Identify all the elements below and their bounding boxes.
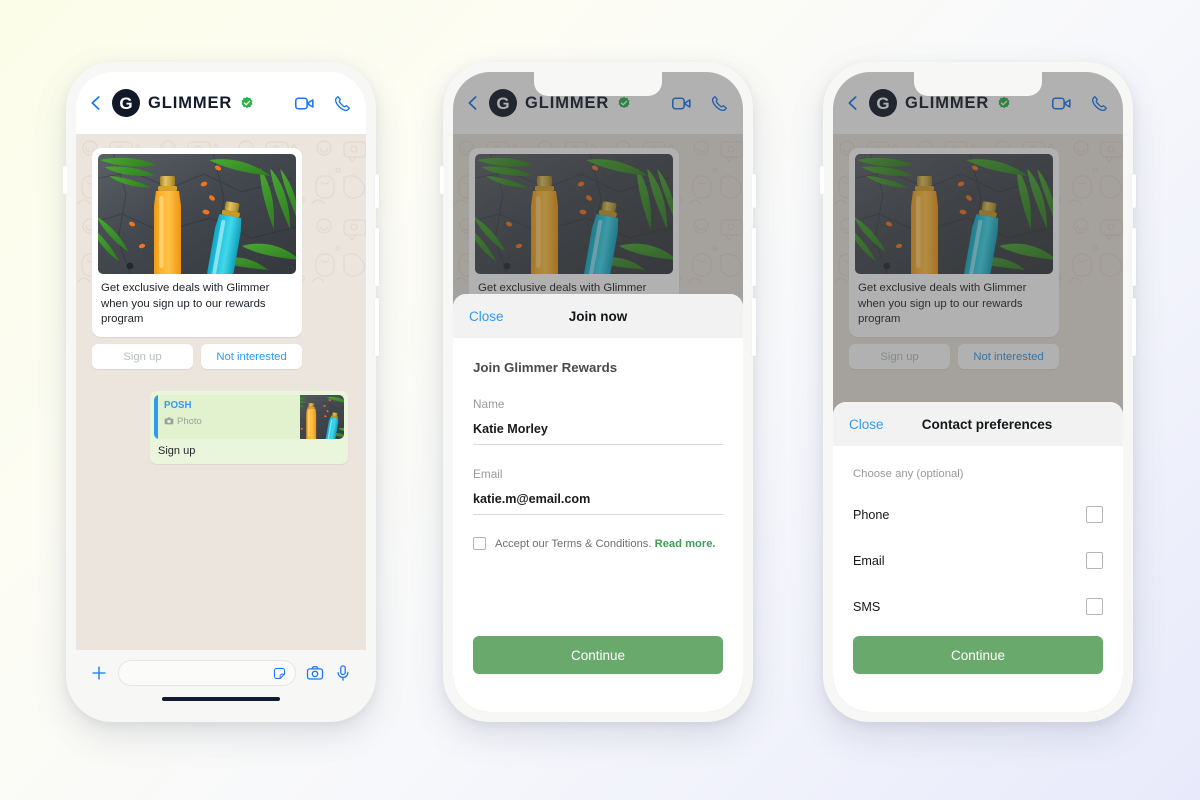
phone3-side-button-b (1132, 228, 1136, 286)
phone2-side-button-b (752, 228, 756, 286)
chat-header: G GLIMMER (76, 72, 366, 134)
quote-thumbnail (300, 395, 344, 439)
join-form-heading: Join Glimmer Rewards (473, 360, 618, 375)
phone1-side-button-a (375, 174, 379, 208)
phone-mockup-chat: G GLIMMER Get exclusive deals with Glimm… (63, 62, 379, 722)
terms-checkbox[interactable] (473, 537, 486, 550)
phone3-mute-switch (820, 166, 824, 194)
preference-checkbox-email[interactable] (1086, 552, 1103, 569)
phone1-side-button-b (375, 228, 379, 286)
video-call-icon[interactable] (294, 93, 315, 114)
quote-subtitle: Photo (164, 416, 294, 427)
preference-label: SMS (853, 599, 881, 614)
prefs-sheet-footer: Continue (833, 636, 1123, 712)
device-notch (914, 72, 1042, 96)
promo-message-text: Get exclusive deals with Glimmer when yo… (101, 282, 270, 326)
phone3-screen: G GLIMMER Get exclusive deals with Glimm… (833, 72, 1123, 712)
quote-body: POSH Photo (158, 395, 300, 439)
name-field-group: Name Katie Morley (473, 397, 723, 445)
preferences-hint: Choose any (optional) (853, 468, 964, 480)
email-field-label: Email (473, 467, 503, 481)
name-field-label: Name (473, 397, 505, 411)
sheet-toolbar: Close Contact preferences (833, 402, 1123, 446)
email-field[interactable]: katie.m@email.com (473, 492, 723, 515)
terms-read-more-link[interactable]: Read more. (655, 538, 716, 550)
chevron-left-icon[interactable] (88, 95, 104, 111)
sticker-icon[interactable] (272, 666, 287, 681)
name-field[interactable]: Katie Morley (473, 422, 723, 445)
quote-subtitle-text: Photo (177, 415, 202, 427)
microphone-icon[interactable] (334, 664, 352, 682)
sheet-close-button[interactable]: Close (469, 309, 504, 324)
continue-button[interactable]: Continue (473, 636, 723, 674)
device-notch (534, 72, 662, 96)
chat-composer-bar (76, 650, 366, 712)
preference-checkbox-sms[interactable] (1086, 598, 1103, 615)
join-sheet-footer: Continue (453, 636, 743, 712)
promo-image (98, 154, 296, 274)
preference-label: Email (853, 553, 885, 568)
reply-text: Sign up (158, 445, 196, 458)
promo-cta-row: Sign up Not interested (92, 344, 302, 370)
terms-text: Accept our Terms & Conditions. Read more… (495, 538, 716, 550)
plus-icon[interactable] (90, 664, 108, 682)
phone-mockup-join-now: G GLIMMER Get exclusive deals with Glimm… (440, 62, 756, 722)
camera-icon (164, 417, 174, 425)
home-indicator (162, 697, 280, 701)
phone1-mute-switch (63, 166, 67, 194)
join-form: Join Glimmer Rewards Name Katie Morley E… (453, 338, 743, 636)
chat-brand-name: GLIMMER (148, 93, 233, 112)
avatar[interactable]: G (112, 89, 140, 117)
preference-row-email[interactable]: Email (853, 546, 1103, 575)
contact-preferences-sheet: Close Contact preferences Choose any (op… (833, 402, 1123, 712)
phone2-side-button-a (752, 174, 756, 208)
avatar-letter: G (119, 93, 133, 113)
join-now-sheet: Close Join now Join Glimmer Rewards Name… (453, 294, 743, 712)
quote-sender: POSH (164, 400, 192, 412)
phone1-screen: G GLIMMER Get exclusive deals with Glimm… (76, 72, 366, 712)
composition-stage: G GLIMMER Get exclusive deals with Glimm… (0, 0, 1200, 800)
message-input[interactable] (118, 660, 296, 686)
phone3-side-button-a (1132, 174, 1136, 208)
phone3-side-button-c (1132, 298, 1136, 356)
sheet-close-button[interactable]: Close (849, 417, 884, 432)
verified-badge-icon (241, 96, 253, 109)
preference-checkbox-phone[interactable] (1086, 506, 1103, 523)
camera-icon[interactable] (306, 664, 324, 682)
not-interested-button[interactable]: Not interested (201, 344, 302, 370)
terms-row: Accept our Terms & Conditions. Read more… (473, 537, 723, 550)
phone-call-icon[interactable] (333, 94, 352, 113)
preference-row-sms[interactable]: SMS (853, 592, 1103, 621)
phone-mockup-contact-preferences: G GLIMMER Get exclusive deals with Glimm… (820, 62, 1136, 722)
preference-row-phone[interactable]: Phone (853, 500, 1103, 529)
sign-up-button[interactable]: Sign up (92, 344, 193, 370)
preferences-form: Choose any (optional) Phone Email SMS (833, 446, 1123, 636)
chat-message-list: Get exclusive deals with Glimmer when yo… (76, 134, 366, 650)
sheet-toolbar: Close Join now (453, 294, 743, 338)
reply-bubble: POSH Photo Sign up (150, 391, 348, 465)
outgoing-message: POSH Photo Sign up (76, 391, 348, 465)
phone2-mute-switch (440, 166, 444, 194)
continue-button[interactable]: Continue (853, 636, 1103, 674)
phone2-screen: G GLIMMER Get exclusive deals with Glimm… (453, 72, 743, 712)
phone2-side-button-c (752, 298, 756, 356)
email-field-group: Email katie.m@email.com (473, 467, 723, 515)
promo-message-card: Get exclusive deals with Glimmer when yo… (92, 148, 302, 338)
terms-label: Accept our Terms & Conditions. (495, 537, 652, 550)
preference-label: Phone (853, 507, 890, 522)
phone1-side-button-c (375, 298, 379, 356)
quoted-message[interactable]: POSH Photo (154, 395, 344, 440)
